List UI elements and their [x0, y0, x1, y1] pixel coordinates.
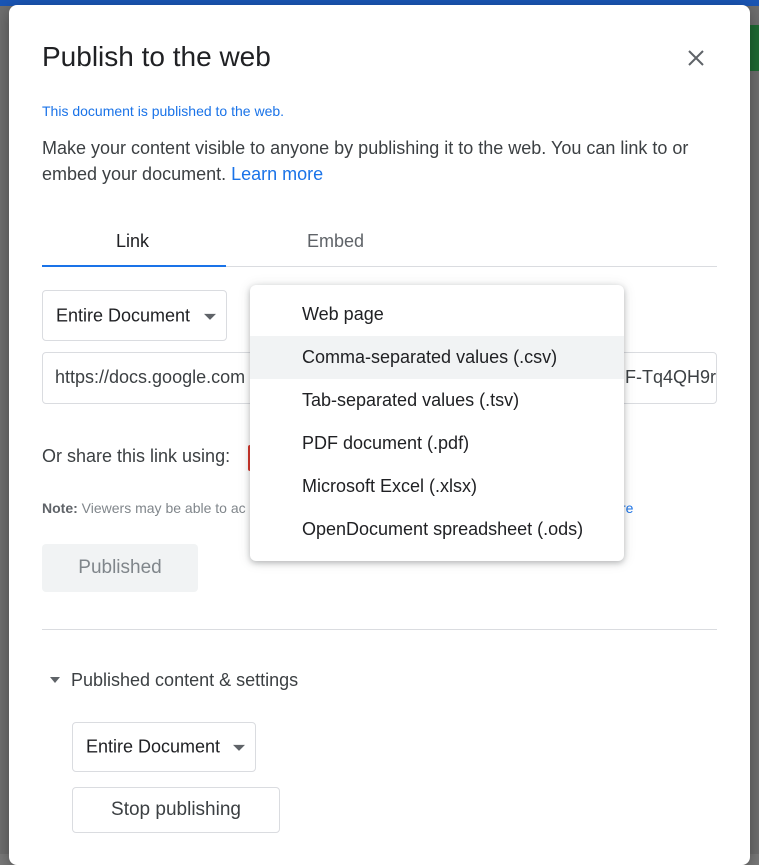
published-scope-label: Entire Document: [86, 736, 221, 757]
chevron-down-icon: [233, 744, 245, 751]
chevron-down-icon: [204, 313, 216, 320]
published-button: Published: [42, 544, 198, 592]
section-divider: [42, 629, 717, 630]
url-text-end: F-Tq4QH9r: [625, 367, 717, 387]
menu-item-xlsx[interactable]: Microsoft Excel (.xlsx): [250, 465, 624, 508]
menu-item-csv[interactable]: Comma-separated values (.csv): [250, 336, 624, 379]
close-icon: [688, 50, 704, 66]
format-dropdown-menu: Web page Comma-separated values (.csv) T…: [250, 285, 624, 561]
menu-item-pdf[interactable]: PDF document (.pdf): [250, 422, 624, 465]
published-settings-label: Published content & settings: [71, 670, 299, 690]
menu-item-web-page[interactable]: Web page: [250, 293, 624, 336]
dialog-description: Make your content visible to anyone by p…: [42, 135, 722, 187]
published-settings-toggle[interactable]: Published content & settings: [50, 670, 298, 691]
share-label: Or share this link using:: [42, 446, 231, 466]
learn-more-link[interactable]: Learn more: [231, 164, 323, 184]
note-label: Note:: [42, 500, 78, 516]
menu-item-tsv[interactable]: Tab-separated values (.tsv): [250, 379, 624, 422]
caret-down-icon: [50, 676, 60, 683]
url-text-start: https://docs.google.com: [55, 367, 246, 387]
published-scope-select[interactable]: Entire Document: [72, 722, 256, 772]
publish-status: This document is published to the web.: [42, 103, 285, 119]
note-text: Viewers may be able to ac: [81, 500, 246, 516]
viewers-note: Note: Viewers may be able to ac: [42, 500, 246, 516]
tab-embed[interactable]: Embed: [307, 231, 364, 252]
close-button[interactable]: [683, 45, 709, 71]
scope-select-label: Entire Document: [56, 305, 191, 325]
stop-publishing-button[interactable]: Stop publishing: [72, 787, 280, 833]
tab-link[interactable]: Link: [116, 231, 149, 252]
scope-select[interactable]: Entire Document: [42, 290, 227, 341]
active-tab-indicator: [42, 265, 226, 267]
menu-item-ods[interactable]: OpenDocument spreadsheet (.ods): [250, 508, 624, 551]
publish-dialog: Publish to the web This document is publ…: [9, 5, 750, 865]
dialog-title: Publish to the web: [42, 41, 271, 72]
description-text: Make your content visible to anyone by p…: [42, 138, 689, 184]
